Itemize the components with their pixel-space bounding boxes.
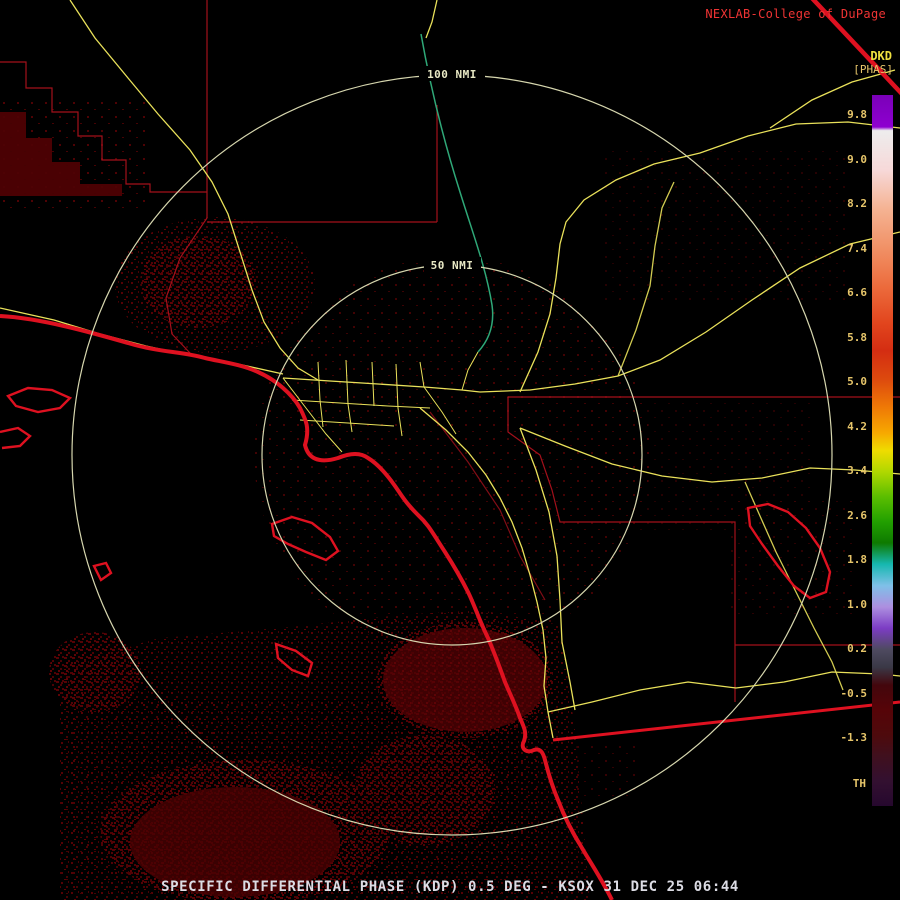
echo-region xyxy=(245,657,415,753)
island-small xyxy=(0,426,32,450)
scale-tick: 1.0 xyxy=(847,597,867,611)
brand-text: NEXLAB-College of DuPage xyxy=(705,7,886,21)
scale-tick: -0.5 xyxy=(840,686,868,700)
echo-region xyxy=(355,735,495,845)
county-line xyxy=(207,105,438,223)
threshold-label: TH xyxy=(852,777,866,790)
scale-tick: 3.4 xyxy=(847,464,867,477)
echo-region xyxy=(575,740,635,800)
radar-display: 100 NMI 50 NMI NEXLAB-College of DuPage … xyxy=(0,0,900,900)
scale-tick: 5.8 xyxy=(847,330,867,344)
echo-region xyxy=(0,98,150,210)
echo-region xyxy=(140,236,256,328)
scale-tick: 4.2 xyxy=(847,419,867,433)
scale-tick: 1.8 xyxy=(847,553,867,566)
colorbar xyxy=(872,95,893,806)
scale-tick: -1.3 xyxy=(840,731,868,744)
product-caption: SPECIFIC DIFFERENTIAL PHASE (KDP) 0.5 DE… xyxy=(161,879,739,895)
highway-segment xyxy=(425,0,438,39)
island-santa-barbara xyxy=(92,561,113,582)
radar-echo-layer xyxy=(0,98,855,900)
echo-region xyxy=(49,632,141,712)
scale-tick: 7.4 xyxy=(847,241,867,255)
radar-map: 100 NMI 50 NMI xyxy=(0,0,900,900)
scale-tick: 6.6 xyxy=(847,286,867,299)
echo-region xyxy=(600,150,850,300)
product-tag-label: [PHAS] xyxy=(853,63,893,76)
ring-label-100: 100 NMI xyxy=(427,68,477,81)
ring-label-50: 50 NMI xyxy=(431,259,474,272)
product-id-label: DKD xyxy=(870,49,892,63)
island-anacapa xyxy=(6,386,73,414)
scale-tick: 5.0 xyxy=(847,375,867,388)
scale-tick: 8.2 xyxy=(847,197,867,210)
echo-region xyxy=(254,257,650,653)
scale-tick: 0.2 xyxy=(847,642,867,655)
scale-tick: 9.0 xyxy=(847,152,867,166)
scale-tick: 2.6 xyxy=(847,508,867,522)
scale-tick: 9.8 xyxy=(847,108,867,121)
